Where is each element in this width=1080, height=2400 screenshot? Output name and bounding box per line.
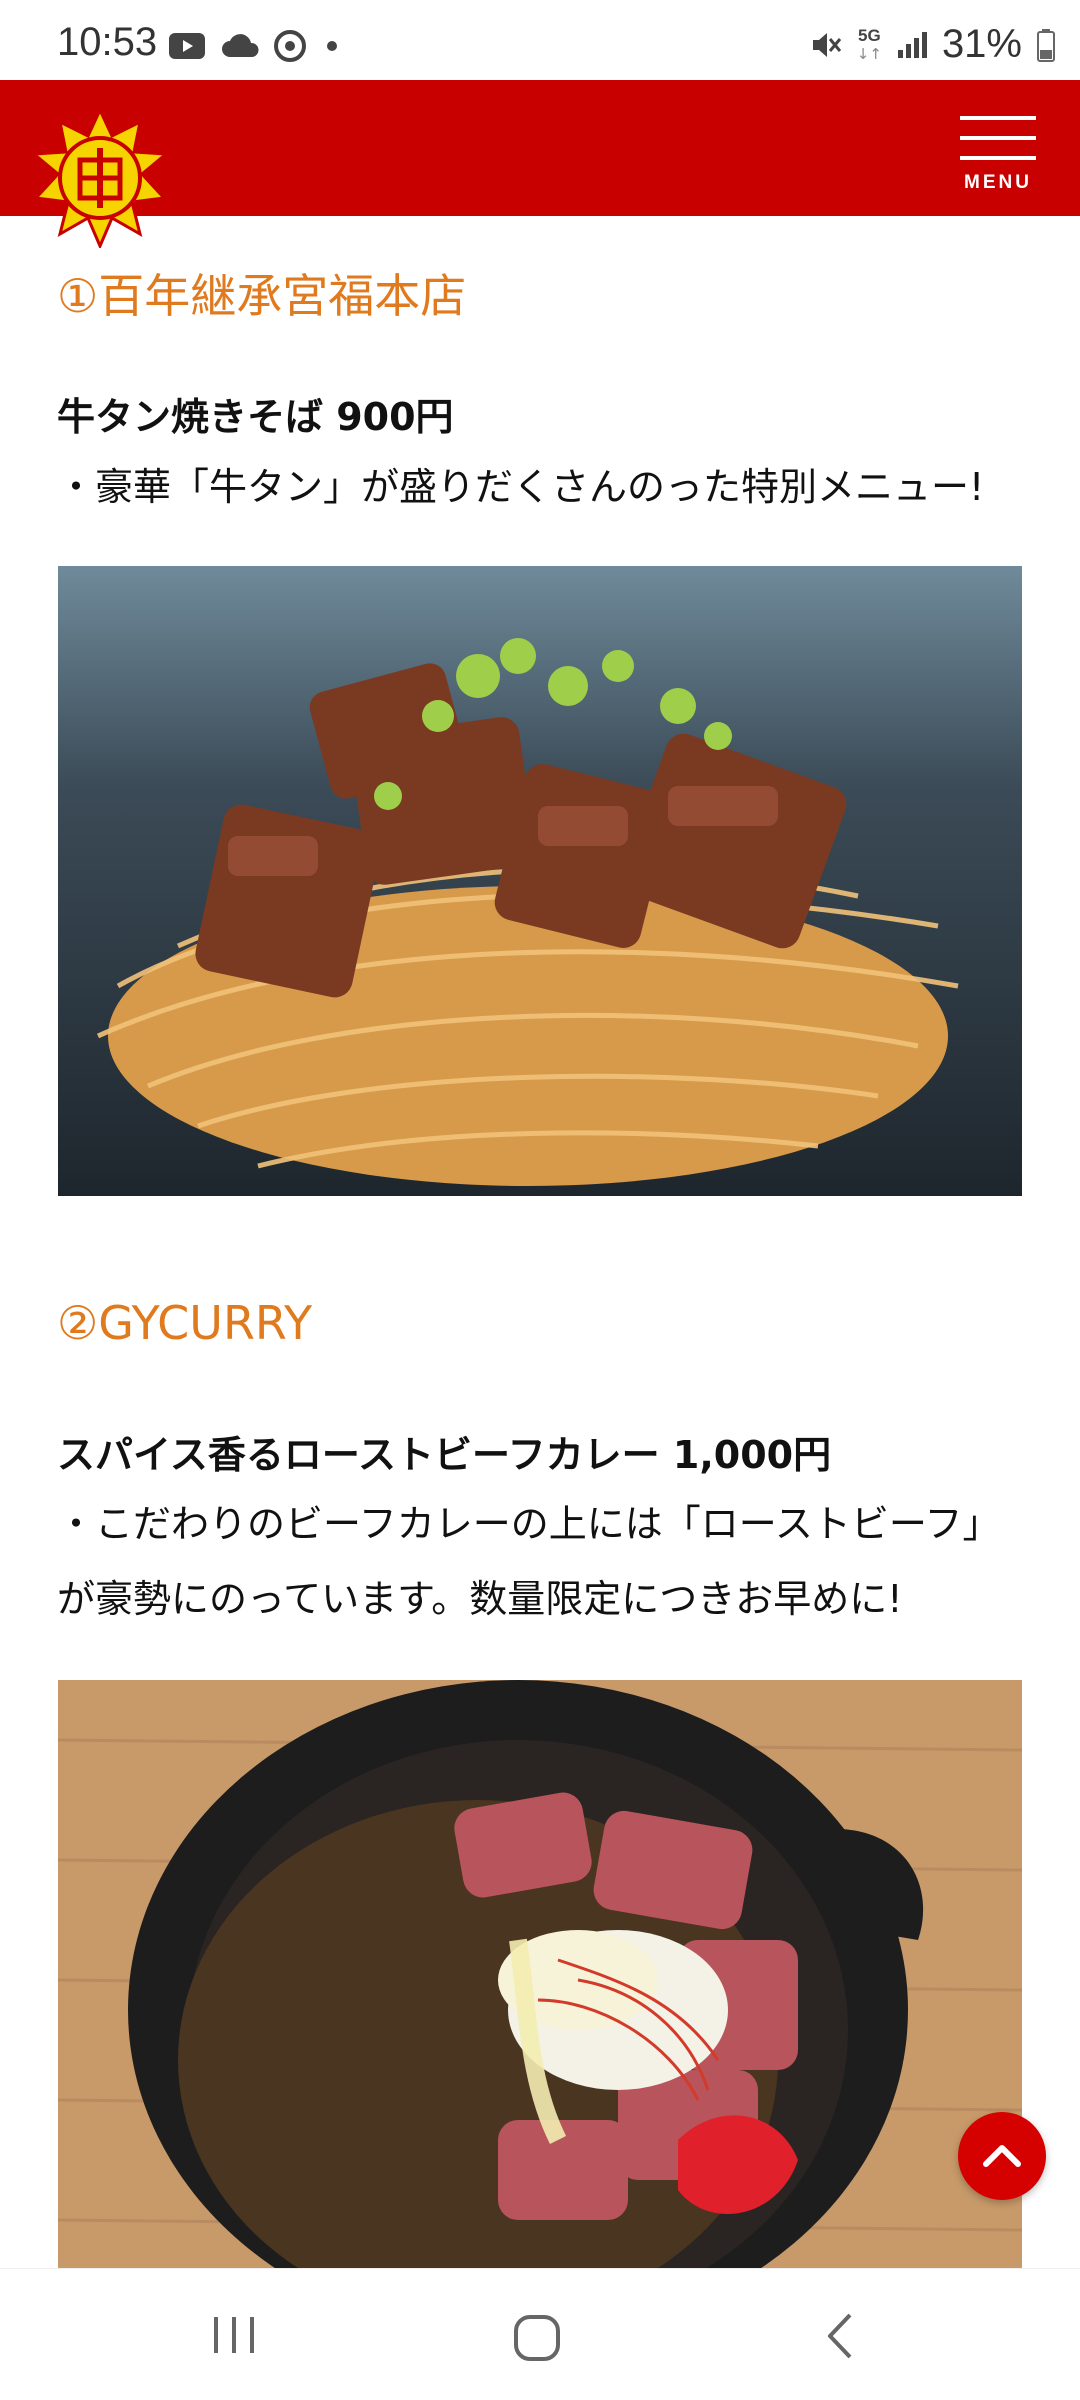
section-heading: ②GYCURRY: [57, 1296, 313, 1350]
chrome-icon: [274, 30, 306, 62]
back-to-top-button[interactable]: [958, 2112, 1046, 2200]
menu-label: MENU: [964, 172, 1032, 193]
hamburger-line: [960, 116, 1036, 120]
status-bar: 10:53 5G ↓↑ 31%: [0, 0, 1080, 80]
description-line: ・こだわりのビーフカレーの上には「ローストビーフ」: [57, 1502, 1001, 1546]
item-title: 牛タン焼きそば 900円: [57, 395, 454, 439]
dot-icon: [327, 41, 337, 51]
item-description: ・こだわりのビーフカレーの上には「ローストビーフ」 が豪勢にのっています。数量限…: [57, 1487, 1017, 1637]
hamburger-line: [960, 136, 1036, 140]
roast-beef-curry-photo: [58, 1680, 1022, 2268]
section-heading: ①百年継承宮福本店: [57, 269, 467, 323]
signal-icon: [897, 31, 927, 58]
recent-apps-icon[interactable]: [206, 2313, 262, 2357]
item-title: スパイス香るローストビーフカレー 1,000円: [57, 1433, 832, 1477]
system-icons: 5G ↓↑ 31%: [809, 22, 1056, 67]
system-navigation-bar: [0, 2268, 1080, 2400]
status-time: 10:53: [57, 20, 158, 64]
chevron-up-icon: [983, 2145, 1021, 2167]
network-5g-icon: 5G ↓↑: [856, 25, 882, 63]
arrows-icon: ↓↑: [856, 44, 882, 63]
youtube-icon: [169, 33, 205, 59]
site-logo[interactable]: [30, 108, 170, 248]
battery-level: 31%: [941, 22, 1022, 66]
item-description: ・豪華「牛タン」が盛りだくさんのった特別メニュー!: [57, 450, 1017, 525]
notification-icons: [168, 30, 344, 62]
home-icon[interactable]: [510, 2313, 566, 2363]
yakisoba-with-beef-tongue-photo: [58, 566, 1022, 1196]
menu-button[interactable]: MENU: [956, 112, 1040, 196]
back-icon[interactable]: [820, 2311, 860, 2361]
description-line: ・豪華「牛タン」が盛りだくさんのった特別メニュー!: [57, 465, 985, 509]
mute-icon: [812, 32, 841, 57]
cloud-icon: [222, 34, 259, 57]
description-line: が豪勢にのっています。数量限定につきお早めに!: [57, 1577, 903, 1621]
battery-icon: [1037, 28, 1055, 62]
network-label: 5G: [858, 25, 881, 45]
hamburger-line: [960, 156, 1036, 160]
